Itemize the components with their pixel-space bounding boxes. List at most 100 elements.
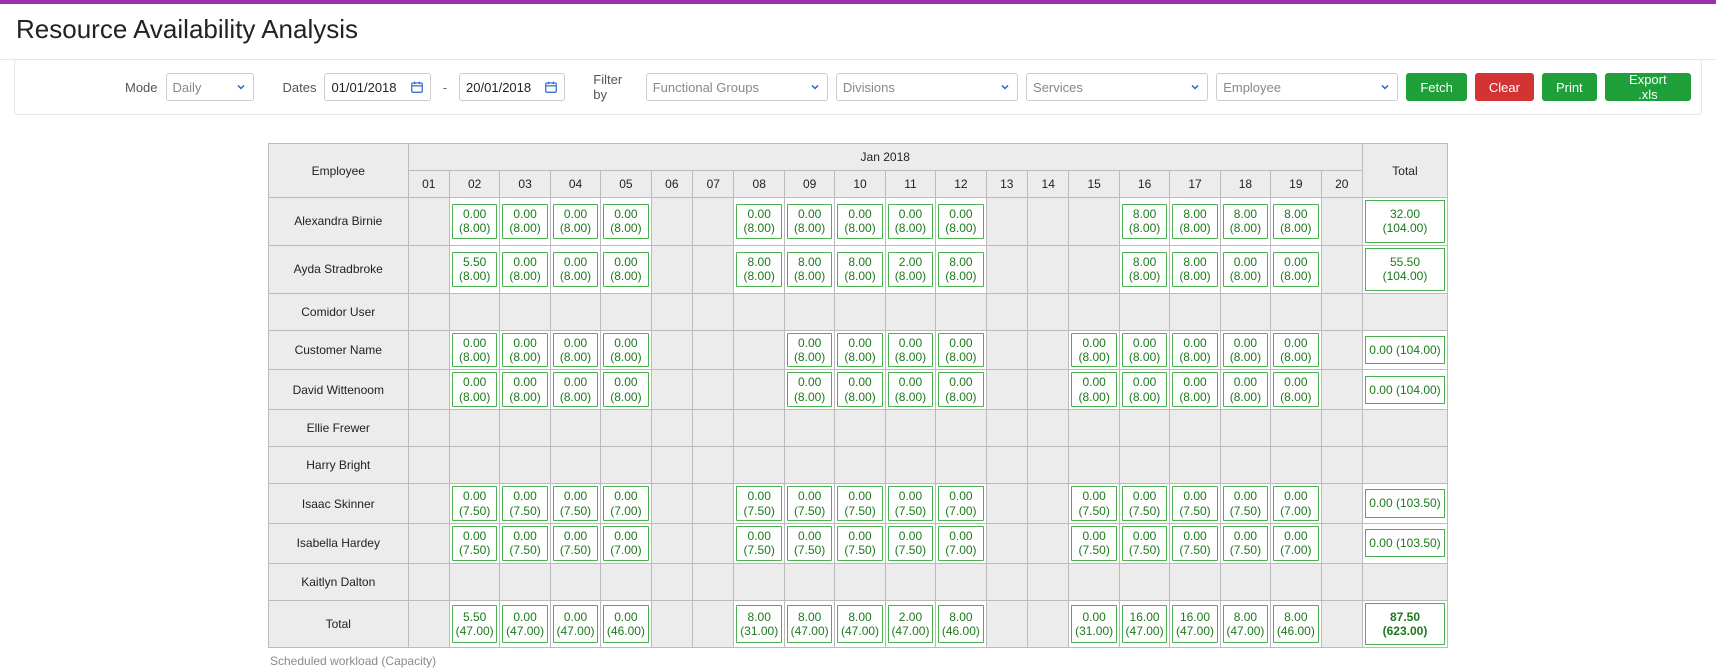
total-day-cell: 8.00(47.00)	[784, 600, 834, 648]
day-header: 07	[693, 171, 734, 198]
day-cell	[408, 293, 449, 330]
day-cell	[1069, 198, 1119, 246]
export-xls-button[interactable]: Export .xls	[1605, 73, 1691, 101]
day-cell: 0.00(8.00)	[1069, 370, 1119, 410]
availability-table-wrap: Employee Jan 2018 Total 0102030405060708…	[268, 143, 1448, 668]
day-cell	[601, 447, 651, 484]
day-cell	[1271, 410, 1321, 447]
mode-value: Daily	[173, 80, 202, 95]
day-cell	[408, 330, 449, 370]
day-cell	[1271, 563, 1321, 600]
day-cell: 0.00(8.00)	[835, 198, 885, 246]
day-cell: 0.00(8.00)	[500, 245, 550, 293]
day-cell: 0.00(7.50)	[449, 484, 499, 524]
day-cell	[835, 447, 885, 484]
divisions-select[interactable]: Divisions	[836, 73, 1018, 101]
day-cell: 0.00(7.00)	[936, 523, 986, 563]
table-row: Isabella Hardey0.00(7.50)0.00(7.50)0.00(…	[269, 523, 1448, 563]
day-cell	[693, 245, 734, 293]
fetch-button[interactable]: Fetch	[1406, 73, 1467, 101]
day-cell	[693, 563, 734, 600]
row-total-cell: 55.50 (104.00)	[1362, 245, 1447, 293]
clear-button[interactable]: Clear	[1475, 73, 1534, 101]
day-cell: 0.00(7.50)	[784, 484, 834, 524]
day-cell: 0.00(8.00)	[734, 198, 784, 246]
day-header: 11	[885, 171, 935, 198]
day-cell: 0.00(8.00)	[500, 330, 550, 370]
day-cell	[1220, 563, 1270, 600]
day-cell	[601, 293, 651, 330]
day-cell: 0.00(8.00)	[936, 198, 986, 246]
day-cell: 0.00(8.00)	[601, 198, 651, 246]
date-to-input[interactable]: 20/01/2018	[459, 73, 565, 101]
day-cell	[835, 410, 885, 447]
employee-value: Employee	[1223, 80, 1281, 95]
print-button[interactable]: Print	[1542, 73, 1597, 101]
day-cell	[693, 330, 734, 370]
day-cell	[408, 563, 449, 600]
day-cell: 0.00(8.00)	[1170, 370, 1220, 410]
day-cell: 0.00(7.00)	[601, 523, 651, 563]
day-cell: 0.00(7.00)	[936, 484, 986, 524]
day-header: 05	[601, 171, 651, 198]
day-cell	[1028, 245, 1069, 293]
total-row: Total5.50(47.00)0.00(47.00)0.00(47.00)0.…	[269, 600, 1448, 648]
day-cell	[693, 523, 734, 563]
mode-select[interactable]: Daily	[166, 73, 255, 101]
row-total-cell: 0.00 (103.50)	[1362, 523, 1447, 563]
day-cell	[1028, 370, 1069, 410]
date-from-value: 01/01/2018	[331, 80, 396, 95]
total-day-cell	[1028, 600, 1069, 648]
date-from-input[interactable]: 01/01/2018	[324, 73, 430, 101]
day-cell	[1119, 410, 1169, 447]
day-cell: 0.00(7.50)	[500, 484, 550, 524]
day-cell: 0.00(8.00)	[449, 330, 499, 370]
day-cell: 0.00(7.00)	[1271, 523, 1321, 563]
day-cell	[1170, 410, 1220, 447]
day-header: 10	[835, 171, 885, 198]
day-cell: 0.00(8.00)	[1220, 370, 1270, 410]
day-cell	[550, 293, 600, 330]
employee-select[interactable]: Employee	[1216, 73, 1398, 101]
day-cell	[408, 410, 449, 447]
day-cell: 0.00(7.50)	[734, 484, 784, 524]
day-cell	[693, 484, 734, 524]
day-header: 03	[500, 171, 550, 198]
total-day-cell: 8.00(46.00)	[1271, 600, 1321, 648]
day-cell	[500, 447, 550, 484]
day-cell	[500, 410, 550, 447]
day-header: 15	[1069, 171, 1119, 198]
day-cell: 8.00(8.00)	[835, 245, 885, 293]
day-cell	[1028, 563, 1069, 600]
table-row: Comidor User	[269, 293, 1448, 330]
row-total-cell: 0.00 (103.50)	[1362, 484, 1447, 524]
day-cell	[986, 293, 1027, 330]
row-total-cell	[1362, 410, 1447, 447]
availability-table: Employee Jan 2018 Total 0102030405060708…	[268, 143, 1448, 648]
services-select[interactable]: Services	[1026, 73, 1208, 101]
day-cell	[734, 447, 784, 484]
total-day-cell: 8.00(46.00)	[936, 600, 986, 648]
table-row: Ayda Stradbroke5.50(8.00)0.00(8.00)0.00(…	[269, 245, 1448, 293]
day-cell	[1028, 523, 1069, 563]
day-cell: 0.00(7.50)	[1220, 484, 1270, 524]
services-value: Services	[1033, 80, 1083, 95]
day-cell: 8.00(8.00)	[1119, 198, 1169, 246]
day-cell: 0.00(8.00)	[550, 370, 600, 410]
day-cell	[734, 370, 784, 410]
day-cell: 0.00(7.50)	[1170, 484, 1220, 524]
total-day-cell: 0.00(31.00)	[1069, 600, 1119, 648]
day-cell	[449, 293, 499, 330]
day-cell	[550, 410, 600, 447]
day-cell	[885, 447, 935, 484]
total-day-cell: 8.00(31.00)	[734, 600, 784, 648]
total-row-label: Total	[269, 600, 409, 648]
day-cell	[651, 410, 692, 447]
functional-groups-select[interactable]: Functional Groups	[646, 73, 828, 101]
table-row: Customer Name0.00(8.00)0.00(8.00)0.00(8.…	[269, 330, 1448, 370]
day-cell: 0.00(8.00)	[885, 198, 935, 246]
day-cell: 0.00(7.50)	[550, 484, 600, 524]
day-cell: 0.00(8.00)	[449, 370, 499, 410]
day-cell	[1321, 563, 1362, 600]
day-header: 18	[1220, 171, 1270, 198]
